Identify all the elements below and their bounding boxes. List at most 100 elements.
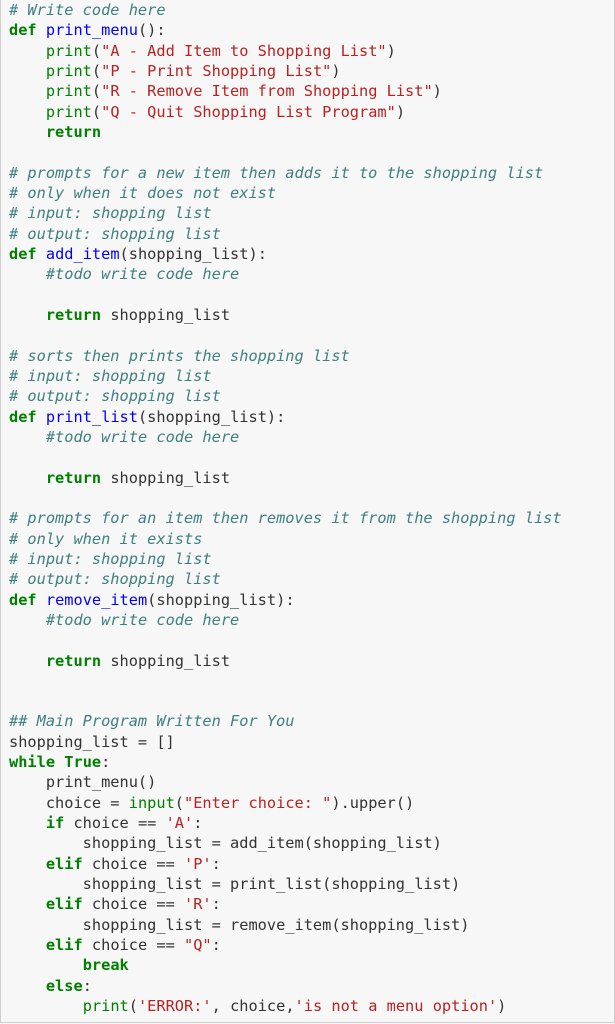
code-line: def print_menu(): <box>9 20 562 40</box>
keyword-token: def <box>9 21 37 40</box>
string-token: "P - Print Shopping List" <box>101 61 332 80</box>
keyword-token: return <box>45 305 102 324</box>
code-line: # Write code here <box>9 0 562 20</box>
code-editor[interactable]: # Write code here def print_menu(): print… <box>9 0 562 1016</box>
keyword-token: return <box>45 468 102 487</box>
builtin-token: print <box>45 102 92 121</box>
keyword-token: while <box>9 753 56 772</box>
keyword-token: def <box>9 590 37 609</box>
code-text: shopping_list = add_item(shopping_list) <box>9 834 442 853</box>
code-line: print('ERROR:', choice,'is not a menu op… <box>9 996 562 1016</box>
code-line: #todo write code here <box>9 610 562 630</box>
code-text: shopping_list = print_list(shopping_list… <box>9 875 461 894</box>
code-text: ) <box>386 41 396 60</box>
code-text: shopping_list = [] <box>9 732 175 751</box>
code-line: def add_item(shopping_list): <box>9 244 562 264</box>
code-text: choice == <box>82 895 184 914</box>
code-text: (): <box>137 21 166 40</box>
function-name-token: remove_item <box>45 590 148 609</box>
code-cell[interactable]: # Write code here def print_menu(): print… <box>0 0 615 1023</box>
string-token: "Q" <box>184 936 212 955</box>
code-line: return shopping_list <box>9 651 562 671</box>
code-text: choice = <box>9 793 129 812</box>
code-text: : <box>193 814 203 833</box>
string-token: 'R' <box>184 895 212 914</box>
code-line: # input: shopping list <box>9 203 562 223</box>
code-line: shopping_list = remove_item(shopping_lis… <box>9 915 562 935</box>
code-line: #todo write code here <box>9 264 562 284</box>
code-text: choice == <box>64 814 166 833</box>
comment-token: # output: shopping list <box>9 570 221 589</box>
code-text: (shopping_list): <box>119 244 267 263</box>
comment-token: # prompts for an item then removes it fr… <box>9 509 562 528</box>
comment-token: # input: shopping list <box>9 549 212 568</box>
code-line: shopping_list = [] <box>9 732 562 752</box>
code-line: # only when it does not exist <box>9 183 562 203</box>
code-line: ## Main Program Written For You <box>9 711 562 731</box>
code-line: elif choice == 'P': <box>9 854 562 874</box>
code-line: # input: shopping list <box>9 366 562 386</box>
code-line: print("A - Add Item to Shopping List") <box>9 41 562 61</box>
keyword-token: return <box>45 651 102 670</box>
code-text: : <box>101 753 111 772</box>
keyword-token: def <box>9 407 37 426</box>
code-text: ).upper() <box>331 793 415 812</box>
code-text: ( <box>91 82 102 101</box>
code-line: # prompts for a new item then adds it to… <box>9 163 562 183</box>
code-text: shopping_list <box>101 651 231 670</box>
code-line: elif choice == "Q": <box>9 935 562 955</box>
code-text: shopping_list <box>101 468 231 487</box>
keyword-token: break <box>82 956 129 975</box>
code-text: ) <box>395 102 406 121</box>
function-name-token: print_list <box>45 407 138 426</box>
comment-token: #todo write code here <box>45 610 240 629</box>
code-text: ( <box>91 102 102 121</box>
code-line: def remove_item(shopping_list): <box>9 590 562 610</box>
code-line: print_menu() <box>9 772 562 792</box>
code-line: # only when it exists <box>9 529 562 549</box>
string-token: 'P' <box>184 854 212 873</box>
code-text: shopping_list <box>101 305 231 324</box>
code-line: # input: shopping list <box>9 549 562 569</box>
builtin-token: input <box>128 793 175 812</box>
code-line: choice = input("Enter choice: ").upper() <box>9 793 562 813</box>
code-line: print("P - Print Shopping List") <box>9 61 562 81</box>
code-line: while True: <box>9 752 562 772</box>
code-text: (shopping_list): <box>147 590 295 609</box>
keyword-token: True <box>64 753 102 772</box>
code-text: : <box>211 895 221 914</box>
comment-token: # sorts then prints the shopping list <box>9 346 350 365</box>
string-token: "Enter choice: " <box>184 793 332 812</box>
comment-token: # prompts for a new item then adds it to… <box>9 163 544 182</box>
code-line: # sorts then prints the shopping list <box>9 346 562 366</box>
string-token: "A - Add Item to Shopping List" <box>101 41 387 60</box>
keyword-token: elif <box>45 854 83 873</box>
code-line: elif choice == 'R': <box>9 894 562 914</box>
keyword-token: elif <box>45 936 83 955</box>
comment-token: # only when it does not exist <box>9 183 277 202</box>
comment-token: # input: shopping list <box>9 204 212 223</box>
builtin-token: print <box>82 997 129 1016</box>
code-text: ( <box>91 41 102 60</box>
code-line: def print_list(shopping_list): <box>9 407 562 427</box>
code-line: shopping_list = add_item(shopping_list) <box>9 833 562 853</box>
code-text: ) <box>432 82 442 101</box>
